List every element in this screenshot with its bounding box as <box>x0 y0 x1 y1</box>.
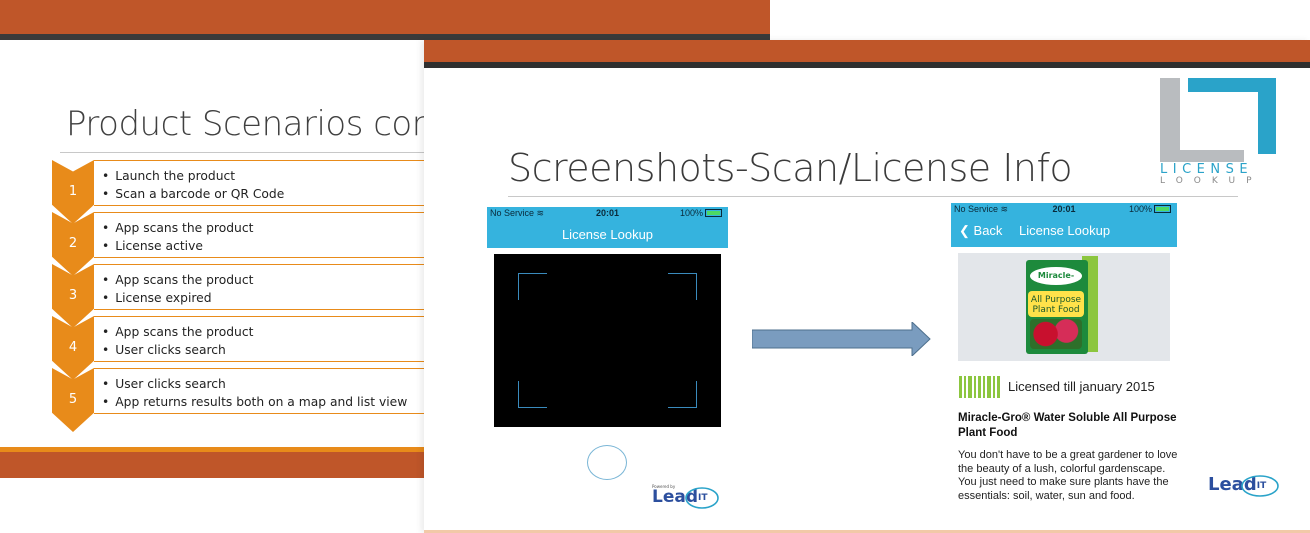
step-number: 4 <box>68 340 78 355</box>
scan-navbar: No Service ≋ 20:01 100% License Lookup <box>487 207 728 248</box>
step-box: App scans the product License active <box>94 212 424 258</box>
product-title: Miracle-Gro® Water Soluble All Purpose P… <box>958 412 1177 439</box>
step-bullet: App returns results both on a map and li… <box>102 393 424 411</box>
slide-title: Screenshots-Scan/License Info <box>508 146 1073 190</box>
scenario-step: 4 App scans the product User clicks sear… <box>52 316 424 380</box>
step-bullet: App scans the product <box>102 219 424 237</box>
title-rule <box>60 152 425 153</box>
step-bullet: App scans the product <box>102 323 424 341</box>
scan-shutter-button[interactable] <box>587 445 627 480</box>
barcode-icon <box>959 376 1000 398</box>
battery-icon <box>1154 205 1171 213</box>
top-band <box>424 40 1310 62</box>
slide-title: Product Scenarios cons <box>66 104 450 144</box>
foreground-slide: LICENSE LOOKUP Screenshots-Scan/License … <box>424 40 1310 533</box>
step-bullet: License active <box>102 237 424 255</box>
step-number: 5 <box>68 392 78 407</box>
status-bar: No Service ≋ 20:01 100% <box>487 207 728 221</box>
back-button[interactable]: ❮ Back <box>959 223 1002 239</box>
step-bullet: User clicks search <box>102 375 424 393</box>
box-label-text: All Purpose Plant Food <box>1030 295 1082 315</box>
battery-status: 100% <box>680 208 722 218</box>
step-number: 3 <box>68 288 78 303</box>
nav-title: License Lookup <box>561 227 654 242</box>
step-box: Launch the product Scan a barcode or QR … <box>94 160 424 206</box>
product-image: Miracle-Gro All Purpose Plant Food <box>958 253 1170 361</box>
leadit-swoosh-icon <box>1241 475 1279 497</box>
top-band-line <box>424 62 1310 68</box>
box-logo: Miracle-Gro <box>1030 267 1082 298</box>
step-bullet: Scan a barcode or QR Code <box>102 185 424 203</box>
logo-text-license: LICENSE <box>1160 162 1254 177</box>
step-bullet: License expired <box>102 289 424 307</box>
camera-viewfinder <box>494 254 721 427</box>
logo-text-lookup: LOOKUP <box>1160 176 1263 186</box>
battery-icon <box>705 209 722 217</box>
top-band <box>0 0 770 34</box>
step-bullet: User clicks search <box>102 341 424 359</box>
battery-status: 100% <box>1129 204 1171 214</box>
step-number: 2 <box>68 236 78 251</box>
frame-corner <box>518 381 547 408</box>
step-bullet: Launch the product <box>102 167 424 185</box>
step-box: App scans the product User clicks search <box>94 316 424 362</box>
product-description: You don't have to be a great gardener to… <box>958 449 1178 502</box>
bottom-band <box>0 452 424 478</box>
license-status: Licensed till january 2015 <box>1008 379 1155 394</box>
step-number: 1 <box>68 184 78 199</box>
box-flowers <box>1030 319 1082 349</box>
scenario-step: 1 Launch the product Scan a barcode or Q… <box>52 160 424 224</box>
scenario-step: 5 User clicks search App returns results… <box>52 368 424 432</box>
step-box: App scans the product License expired <box>94 264 424 310</box>
status-bar: No Service ≋ 20:01 100% <box>951 203 1177 217</box>
info-navbar: No Service ≋ 20:01 100% ❮ Back License L… <box>951 203 1177 247</box>
scenario-step: 2 App scans the product License active <box>52 212 424 276</box>
step-bullet: App scans the product <box>102 271 424 289</box>
frame-corner <box>668 381 697 408</box>
scenario-step: 3 App scans the product License expired <box>52 264 424 328</box>
title-rule <box>508 196 1238 197</box>
chevron-left-icon: ❮ <box>959 223 970 238</box>
frame-corner <box>668 273 697 300</box>
nav-title: License Lookup <box>1019 223 1111 238</box>
step-box: User clicks search App returns results b… <box>94 368 424 414</box>
frame-corner <box>518 273 547 300</box>
leadit-swoosh-icon <box>685 487 719 509</box>
flow-arrow-icon <box>752 322 931 356</box>
